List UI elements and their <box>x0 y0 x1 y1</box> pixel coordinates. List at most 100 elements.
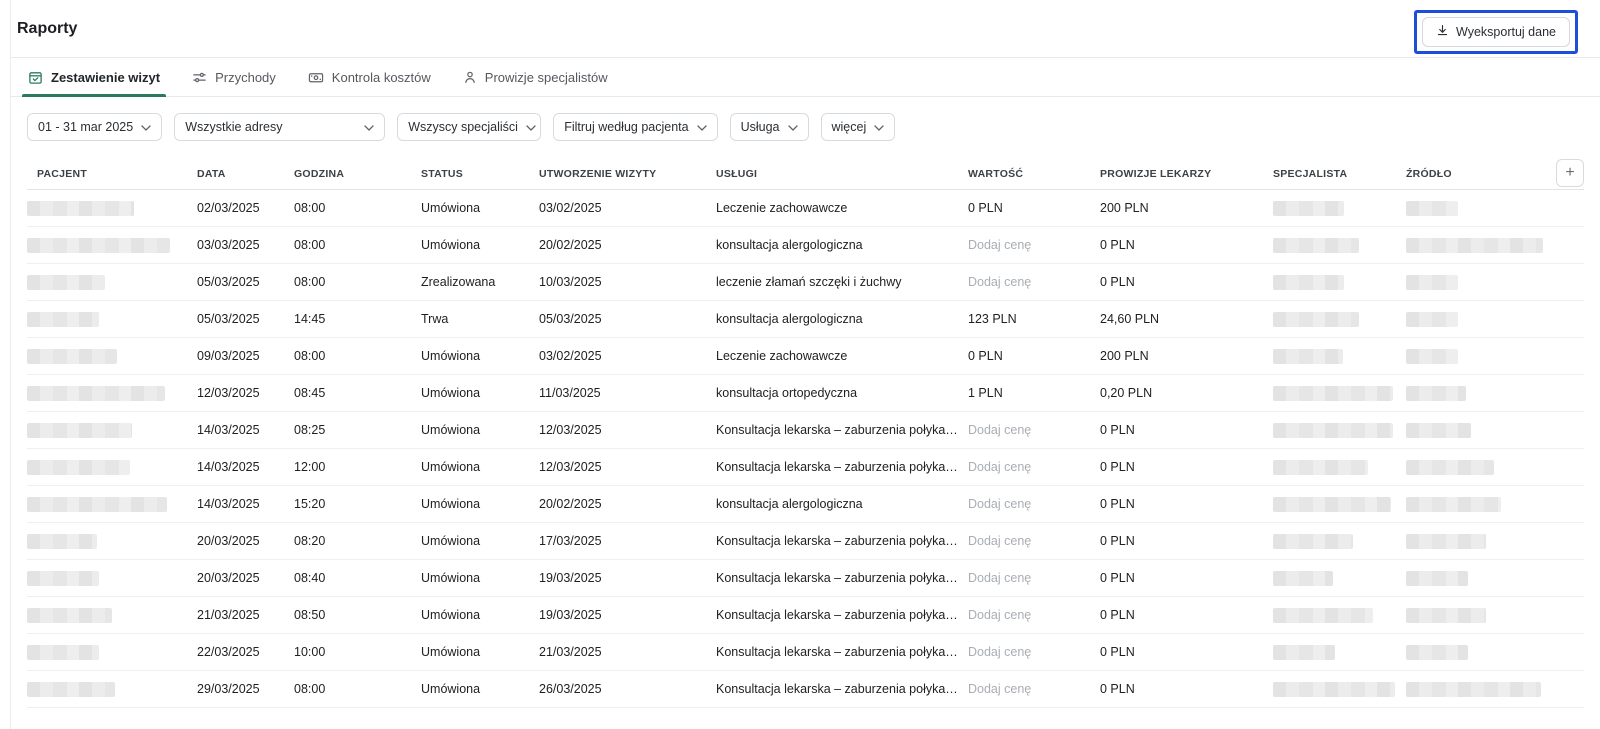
date-cell: 09/03/2025 <box>197 349 260 363</box>
add-price-link[interactable]: Dodaj cenę <box>968 608 1031 622</box>
source-cell <box>1406 607 1584 623</box>
value-cell: Dodaj cenę <box>968 571 1100 585</box>
table-row: 02/03/2025 08:00 Umówiona 03/02/2025 Leczeni… <box>27 190 1584 227</box>
patient-cell <box>27 348 197 364</box>
export-data-button[interactable]: Wyeksportuj dane <box>1422 17 1570 47</box>
add-column-button[interactable]: + <box>1556 159 1584 187</box>
status-cell: Umówiona <box>421 682 481 696</box>
specialist-redacted-block <box>1273 422 1393 438</box>
specialist-redacted-block <box>1273 459 1368 475</box>
tab-prowizje-specjalist-w[interactable]: Prowizje specjalistów <box>461 58 610 96</box>
service-cell: konsultacja alergologiczna <box>716 312 863 326</box>
service-filter[interactable]: Usługa <box>729 113 809 141</box>
time-cell: 14:45 <box>294 312 326 326</box>
patient-cell <box>27 607 197 623</box>
specialist-cell <box>1273 533 1406 549</box>
table-row: 29/03/2025 08:00 Umówiona 26/03/2025 Konsult… <box>27 671 1584 708</box>
specialist-redacted-block <box>1273 311 1359 327</box>
specialist-select[interactable]: Wszyscy specjaliści <box>397 113 542 141</box>
tab-przychody[interactable]: Przychody <box>190 58 278 96</box>
value-cell: Dodaj cenę <box>968 645 1100 659</box>
add-price-link[interactable]: Dodaj cenę <box>968 534 1031 548</box>
visits-table: Pacjent Data Godzina Status Utworzenie wizyt… <box>11 158 1600 708</box>
doctor-commission-cell: 0 PLN <box>1100 460 1135 474</box>
date-cell: 05/03/2025 <box>197 275 260 289</box>
visit-created-cell: 12/03/2025 <box>539 423 602 437</box>
add-price-link[interactable]: Dodaj cenę <box>968 460 1031 474</box>
address-select[interactable]: Wszystkie adresy <box>174 113 386 141</box>
time-cell: 08:00 <box>294 201 326 215</box>
value-cell: Dodaj cenę <box>968 238 1100 252</box>
value-cell: Dodaj cenę <box>968 497 1100 511</box>
patient-cell <box>27 237 197 253</box>
specialist-redacted-block <box>1273 274 1344 290</box>
sliders-icon <box>192 70 207 85</box>
date-cell: 14/03/2025 <box>197 497 260 511</box>
source-redacted-block <box>1406 459 1494 475</box>
reports-page: Raporty Wyeksportuj dane Zestawienie wiz… <box>0 0 1600 729</box>
value-cell: 0 PLN <box>968 349 1003 363</box>
add-price-link[interactable]: Dodaj cenę <box>968 275 1031 289</box>
table-row: 09/03/2025 08:00 Umówiona 03/02/2025 Leczeni… <box>27 338 1584 375</box>
specialist-redacted-block <box>1273 237 1359 253</box>
add-price-link[interactable]: Dodaj cenę <box>968 571 1031 585</box>
patient-redacted-block <box>27 422 132 438</box>
patient-cell <box>27 533 197 549</box>
more-filter[interactable]: więcej <box>820 113 896 141</box>
value-cell: Dodaj cenę <box>968 608 1100 622</box>
time-cell: 08:25 <box>294 423 326 437</box>
patient-cell <box>27 274 197 290</box>
doctor-commission-cell: 0 PLN <box>1100 608 1135 622</box>
doctor-commission-cell: 0 PLN <box>1100 238 1135 252</box>
specialist-redacted-block <box>1273 385 1393 401</box>
patient-redacted-block <box>27 607 112 623</box>
tab-label: Przychody <box>215 69 276 85</box>
source-cell <box>1406 533 1584 549</box>
value-cell: 0 PLN <box>968 201 1003 215</box>
table-body: 02/03/2025 08:00 Umówiona 03/02/2025 Leczeni… <box>27 190 1584 708</box>
add-price-link[interactable]: Dodaj cenę <box>968 682 1031 696</box>
date-cell: 12/03/2025 <box>197 386 260 400</box>
add-price-link[interactable]: Dodaj cenę <box>968 423 1031 437</box>
specialist-redacted-block <box>1273 348 1343 364</box>
specialist-cell <box>1273 200 1406 216</box>
tab-zestawienie-wizyt[interactable]: Zestawienie wizyt <box>21 58 167 97</box>
value-cell: Dodaj cenę <box>968 682 1100 696</box>
source-redacted-block <box>1406 237 1543 253</box>
patient-filter[interactable]: Filtruj według pacjenta <box>553 113 718 141</box>
add-price-link[interactable]: Dodaj cenę <box>968 645 1031 659</box>
patient-cell <box>27 311 197 327</box>
column-header: Prowizje lekarzy <box>1100 167 1212 180</box>
patient-cell <box>27 385 197 401</box>
date-cell: 22/03/2025 <box>197 645 260 659</box>
add-price-link[interactable]: Dodaj cenę <box>968 238 1031 252</box>
table-row: 22/03/2025 10:00 Umówiona 21/03/2025 Konsult… <box>27 634 1584 671</box>
column-header: Specjalista <box>1273 167 1348 180</box>
add-price-link[interactable]: Dodaj cenę <box>968 497 1031 511</box>
chevron-down-icon <box>874 120 884 134</box>
visit-created-cell: 20/02/2025 <box>539 238 602 252</box>
time-cell: 08:00 <box>294 349 326 363</box>
source-cell <box>1406 570 1584 586</box>
patient-redacted-block <box>27 459 130 475</box>
value-cell: 123 PLN <box>968 312 1017 326</box>
status-cell: Umówiona <box>421 645 481 659</box>
tab-kontrola-koszt-w[interactable]: Kontrola kosztów <box>306 58 433 96</box>
status-cell: Umówiona <box>421 423 481 437</box>
status-cell: Umówiona <box>421 201 481 215</box>
specialist-cell <box>1273 681 1406 697</box>
visit-created-cell: 20/02/2025 <box>539 497 602 511</box>
date-range-filter[interactable]: 01 - 31 mar 2025 <box>27 113 163 141</box>
specialist-redacted-block <box>1273 570 1333 586</box>
table-row: 05/03/2025 08:00 Zrealizowana 10/03/2025 lec… <box>27 264 1584 301</box>
specialist-cell <box>1273 496 1406 512</box>
time-cell: 08:40 <box>294 571 326 585</box>
table-row: 12/03/2025 08:45 Umówiona 11/03/2025 konsult… <box>27 375 1584 412</box>
visit-created-cell: 12/03/2025 <box>539 460 602 474</box>
visit-created-cell: 21/03/2025 <box>539 645 602 659</box>
top-bar: Raporty Wyeksportuj dane <box>11 0 1600 58</box>
source-redacted-block <box>1406 607 1486 623</box>
column-header: Godzina <box>294 167 345 180</box>
value-cell: Dodaj cenę <box>968 460 1100 474</box>
column-header: Usługi <box>716 167 758 180</box>
